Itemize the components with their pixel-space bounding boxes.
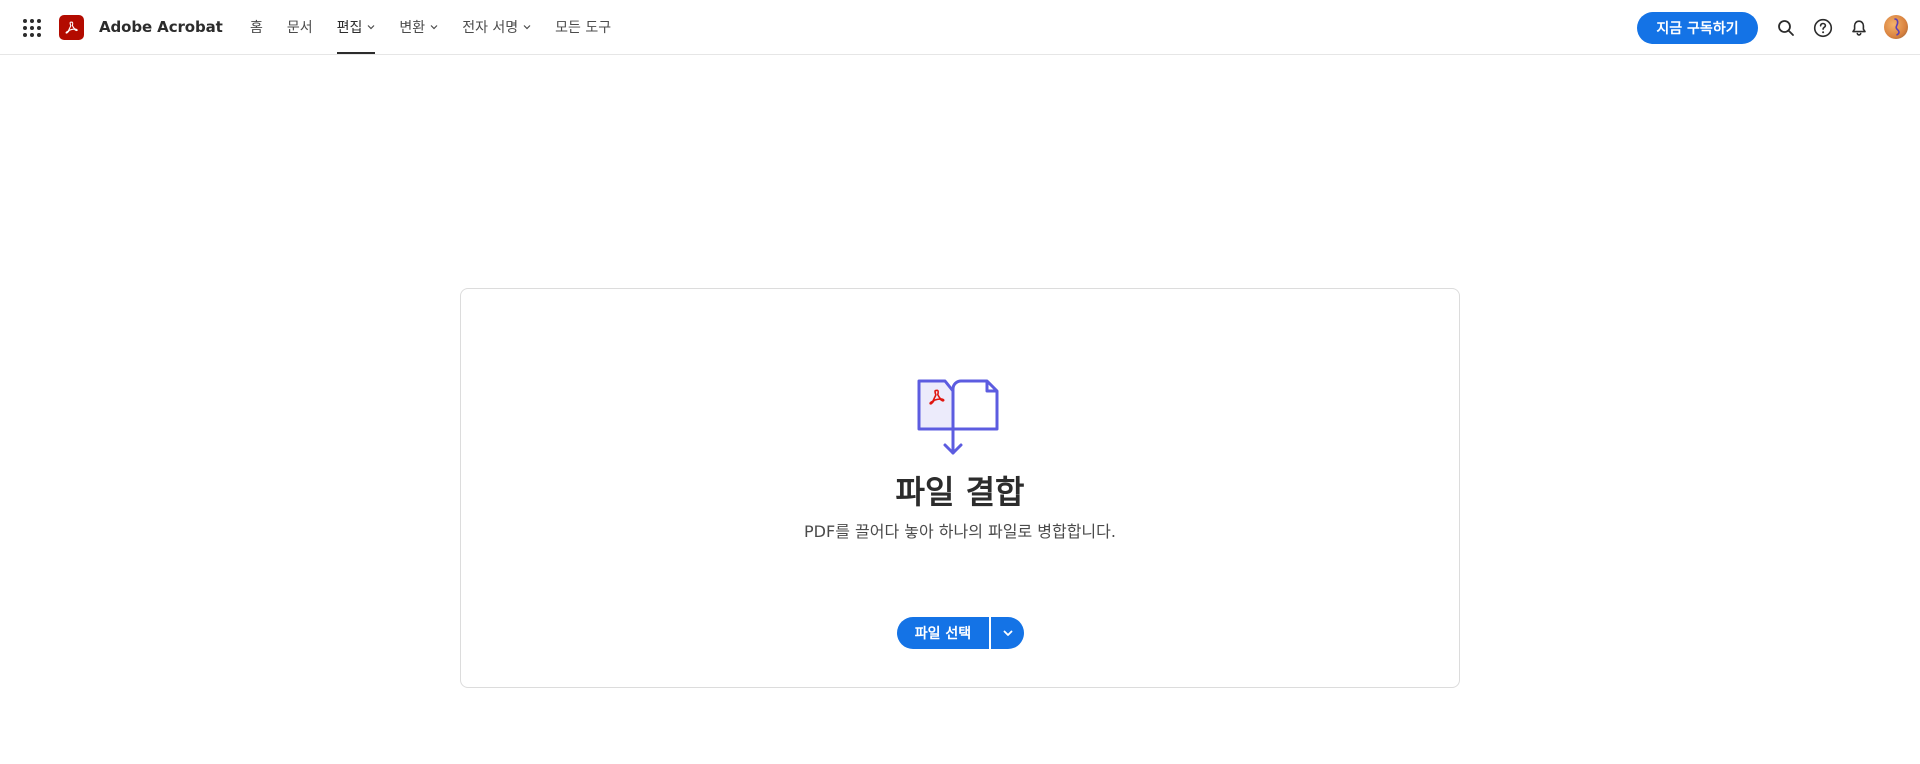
combine-files-icon [916,377,1006,457]
select-files-button[interactable]: 파일 선택 [897,617,989,649]
nav-item-e-sign[interactable]: 전자 서명 [462,0,531,54]
acrobat-logo-icon[interactable] [59,15,84,40]
nav-item-label: 문서 [286,20,313,36]
bell-icon[interactable] [1848,17,1870,39]
nav-item-label: 모든 도구 [555,20,612,36]
chevron-down-icon [367,25,375,30]
chevron-down-icon [1003,630,1012,636]
combine-files-dropzone[interactable]: 파일 결합 PDF를 끌어다 놓아 하나의 파일로 병합합니다. 파일 선택 [460,288,1460,688]
nav-item-edit[interactable]: 편집 [336,0,376,54]
search-icon[interactable] [1775,17,1797,39]
brand-name[interactable]: Adobe Acrobat [99,17,223,37]
select-files-options-button[interactable] [991,617,1024,649]
avatar[interactable] [1884,15,1908,39]
chevron-down-icon [523,25,531,30]
nav-item-documents[interactable]: 문서 [287,0,313,54]
nav-item-all-tools[interactable]: 모든 도구 [555,0,611,54]
top-bar: Adobe Acrobat 홈 문서 편집 변환 전자 서명 모든 도구 지금 … [0,0,1920,55]
chevron-down-icon [430,25,438,30]
nav-item-label: 편집 [336,20,363,36]
nav-item-convert[interactable]: 변환 [399,0,438,54]
subscribe-button[interactable]: 지금 구독하기 [1637,12,1758,44]
app-grid-icon[interactable] [21,17,45,39]
main-nav: 홈 문서 편집 변환 전자 서명 모든 도구 [250,0,635,54]
help-icon[interactable] [1812,17,1834,39]
nav-item-home[interactable]: 홈 [250,0,263,54]
select-files-split-button: 파일 선택 [897,617,1024,649]
nav-item-label: 홈 [250,20,263,36]
page-subtitle: PDF를 끌어다 놓아 하나의 파일로 병합합니다. [804,522,1116,541]
nav-item-label: 전자 서명 [462,20,519,36]
nav-item-label: 변환 [399,20,426,36]
page-title: 파일 결합 [895,473,1025,511]
